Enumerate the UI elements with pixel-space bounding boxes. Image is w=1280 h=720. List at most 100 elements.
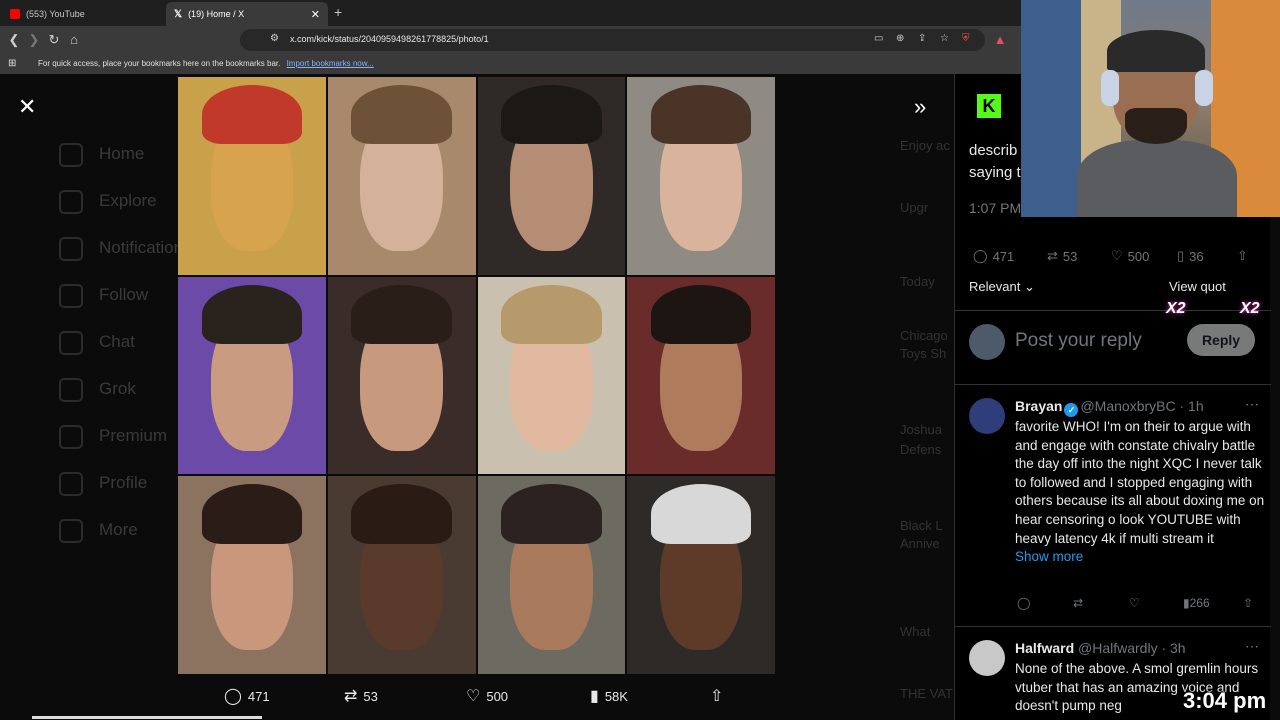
collage-photo[interactable] (178, 77, 326, 275)
address-bar[interactable]: ⚙ x.com/kick/status/2040959498261778825/… (240, 29, 985, 51)
tweet-body: favorite WHO! I'm on their to argue with… (1015, 418, 1265, 567)
photo-collage[interactable] (178, 77, 775, 674)
home-icon[interactable]: ⌂ (66, 32, 82, 47)
tweet-author[interactable]: Halfward @Halfwardly · 3h (1015, 640, 1186, 656)
media-action-bar: ◯ 471 ⇄ 53 ♡ 500 ▮ 58K ⇧ (178, 686, 775, 708)
upload-icon: ⇧ (710, 688, 724, 705)
view-count: 266 (1189, 596, 1210, 610)
reply-stat[interactable]: ◯ 471 (973, 248, 1014, 264)
view-quotes-link[interactable]: View quot (1169, 279, 1226, 294)
background-sidebar-item: Annive (900, 536, 940, 551)
portrait-hair (501, 484, 602, 544)
collage-photo[interactable] (178, 476, 326, 674)
back-arrow-icon[interactable]: ❮ (6, 32, 22, 48)
views-stat[interactable]: ▮ 266 (1183, 596, 1210, 610)
heart-icon: ♡ (466, 688, 481, 705)
close-tab-icon[interactable]: ✕ (311, 8, 320, 21)
brave-rewards-icon[interactable]: ▲ (992, 32, 1008, 47)
bookmark-stat[interactable]: ▯ 36 (1177, 248, 1204, 264)
reload-icon[interactable]: ↻ (46, 32, 62, 48)
heart-icon[interactable]: ♡ (1129, 596, 1140, 610)
repost-button[interactable]: ⇄ 53 (344, 686, 378, 706)
collage-photo[interactable] (327, 476, 476, 674)
webcam-overlay (1021, 0, 1280, 217)
portrait-hair (650, 484, 752, 544)
new-tab-button[interactable]: + (334, 4, 342, 20)
background-sidebar-item: Enjoy ac (900, 138, 950, 153)
close-icon[interactable]: ✕ (18, 94, 36, 120)
url-text: x.com/kick/status/2040959498261778825/ph… (290, 34, 489, 44)
share-icon[interactable]: ⇧ (1237, 248, 1248, 264)
streamer-body (1077, 140, 1237, 217)
collage-photo[interactable] (477, 476, 626, 674)
show-more-link[interactable]: Show more (1015, 549, 1083, 564)
background-sidebar-item: Toys Sh (900, 346, 947, 361)
post-text-line: saying t (969, 164, 1021, 181)
sort-label: Relevant (969, 279, 1021, 294)
multiplier-badge: X2 (1166, 300, 1186, 317)
share-icon[interactable]: ⇧ (1243, 596, 1253, 610)
repost-icon[interactable]: ⇄ (1073, 596, 1083, 610)
collage-photo[interactable] (627, 476, 775, 674)
share-icon[interactable]: ⇪ (918, 33, 926, 44)
background-nav-item: Grok (55, 365, 175, 412)
divider (955, 310, 1271, 311)
views-button[interactable]: ▮ 58K (590, 686, 628, 706)
reply-icon: ◯ (224, 688, 242, 705)
post-text: describ saying t (969, 140, 1021, 184)
background-nav: Home Explore Notifications Follow Chat Grok Pr… (55, 74, 192, 553)
avatar[interactable] (969, 640, 1005, 676)
background-nav-item: Profile (55, 459, 175, 506)
divider (955, 384, 1271, 385)
collage-photo[interactable] (327, 276, 476, 475)
more-options-icon[interactable]: ⋯ (1245, 396, 1259, 413)
collage-photo[interactable] (477, 77, 626, 275)
collage-photo[interactable] (327, 77, 476, 275)
reply-count: 471 (992, 248, 1015, 264)
portrait-hair (650, 284, 752, 344)
kick-logo-avatar[interactable]: K (977, 94, 1001, 118)
apps-grid-icon[interactable]: ⊞ (8, 58, 16, 69)
brave-shield-icon[interactable]: ⛨ (962, 33, 970, 44)
multiplier-badge: X2 (1240, 300, 1260, 317)
divider (955, 626, 1271, 627)
headphone (1101, 70, 1119, 106)
tweet-author[interactable]: Brayan ✓ @ManoxbryBC · 1h (1015, 398, 1204, 417)
like-stat[interactable]: ♡ 500 (1111, 248, 1149, 264)
reply-sort-dropdown[interactable]: Relevant ⌄ (969, 279, 1035, 295)
chevron-double-right-icon[interactable]: » (914, 94, 926, 120)
portrait-hair (351, 84, 452, 145)
headphone (1195, 70, 1213, 106)
author-name: Halfward (1015, 640, 1075, 656)
share-button[interactable]: ⇧ (710, 686, 723, 706)
site-info-icon[interactable]: ⚙ (270, 33, 279, 44)
repost-stat[interactable]: ⇄ 53 (1047, 248, 1077, 264)
reply-button[interactable]: ◯ 471 (224, 686, 270, 706)
forward-arrow-icon[interactable]: ❯ (26, 32, 42, 48)
collage-photo[interactable] (477, 276, 626, 475)
reply-tweet[interactable]: Brayan ✓ @ManoxbryBC · 1h ⋯ favorite WHO! … (969, 396, 1265, 618)
reply-input[interactable]: Post your reply (1015, 330, 1142, 352)
like-button[interactable]: ♡ 500 (466, 686, 508, 706)
import-bookmarks-link[interactable]: Import bookmarks now... (287, 59, 374, 68)
avatar[interactable] (969, 398, 1005, 434)
tab-x-home[interactable]: 𝕏 (19) Home / X ✕ (166, 2, 328, 26)
heart-icon: ♡ (1111, 248, 1123, 263)
collage-photo[interactable] (178, 276, 326, 475)
reply-icon[interactable]: ◯ (1017, 596, 1030, 610)
collage-photo[interactable] (627, 77, 775, 275)
more-options-icon[interactable]: ⋯ (1245, 638, 1259, 655)
bookmark-star-icon[interactable]: ☆ (940, 33, 949, 44)
post-timestamp[interactable]: 1:07 PM (969, 200, 1021, 216)
avatar[interactable] (969, 324, 1005, 360)
view-count: 58K (604, 688, 628, 704)
author-name: Brayan (1015, 398, 1063, 414)
zoom-icon[interactable]: ⊕ (896, 33, 904, 44)
collage-photo[interactable] (627, 276, 775, 475)
reply-submit-button[interactable]: Reply (1187, 324, 1255, 356)
stream-clock: 3:04 pm (1183, 688, 1267, 713)
background-sidebar-item: What (900, 624, 931, 639)
tab-youtube[interactable]: (553) YouTube (2, 2, 164, 26)
tab-title: (553) YouTube (26, 9, 85, 19)
cast-icon[interactable]: ▭ (874, 33, 883, 44)
